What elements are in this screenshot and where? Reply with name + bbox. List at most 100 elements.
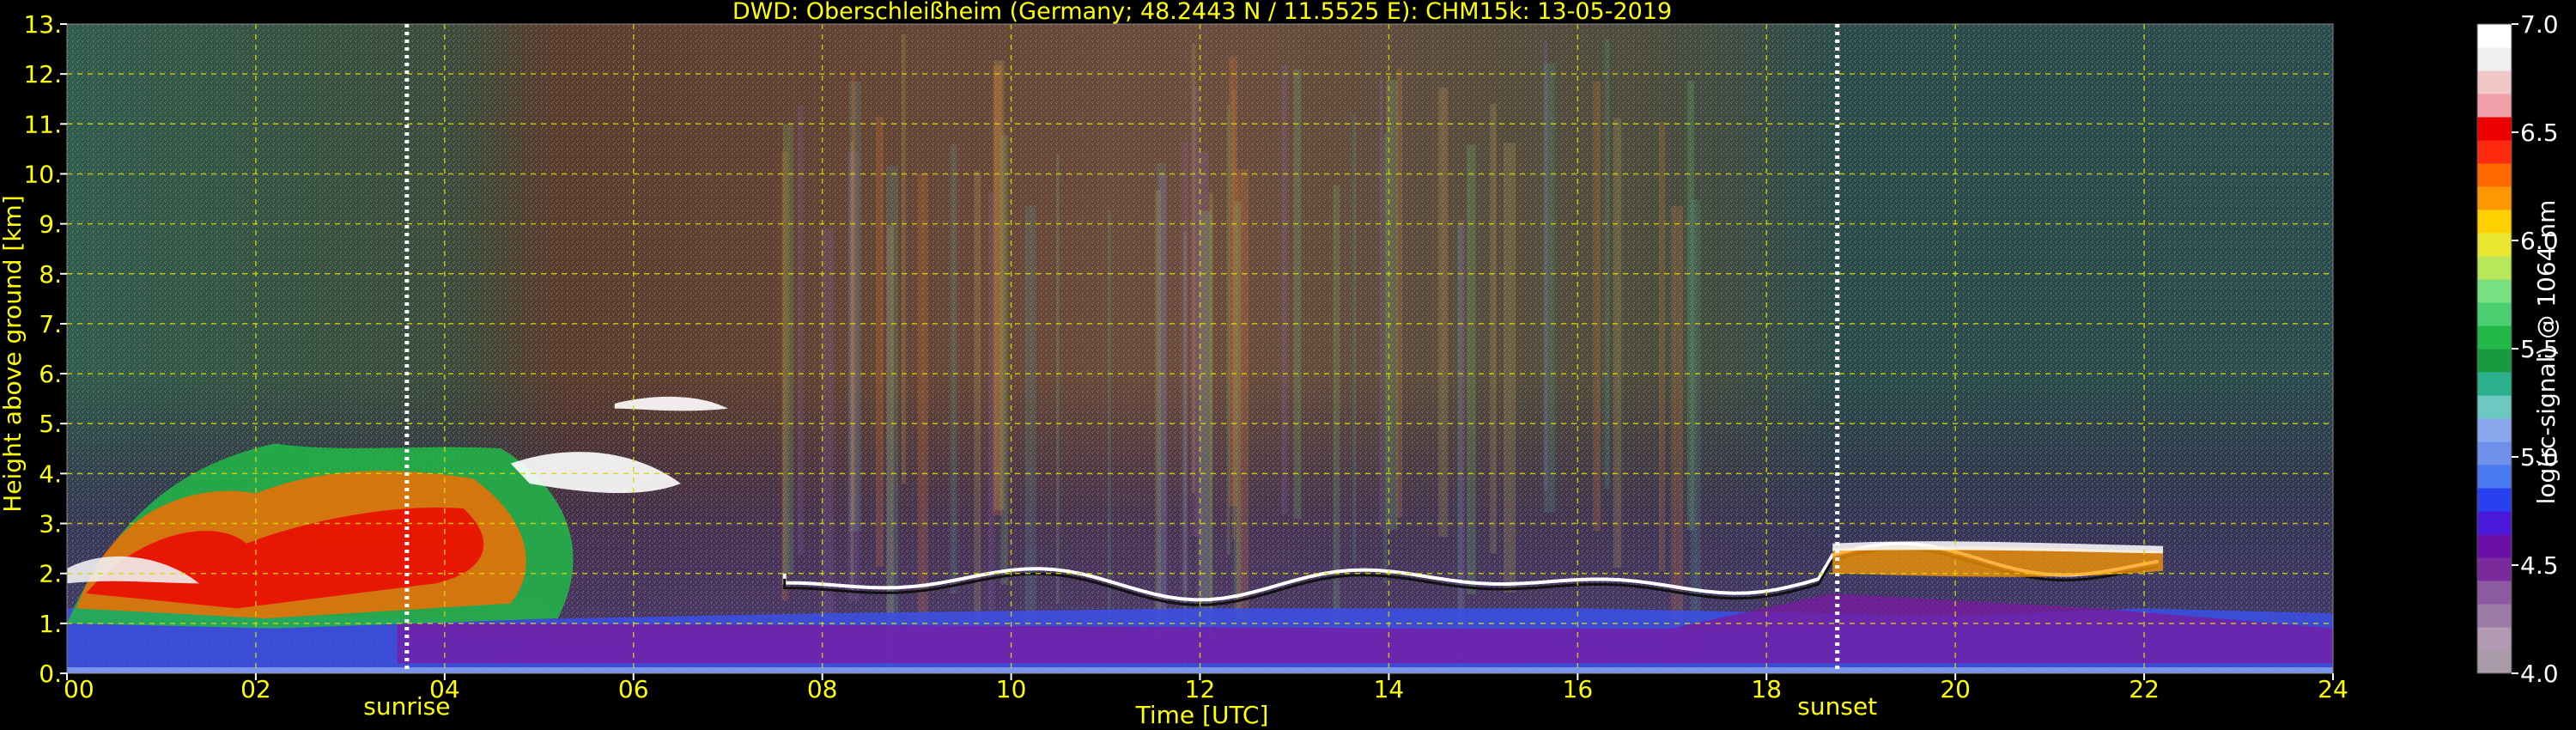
colorbar-segment bbox=[2477, 210, 2512, 234]
signal-streak bbox=[821, 228, 834, 673]
colorbar-segment bbox=[2477, 163, 2512, 187]
x-tick-label: 18 bbox=[1751, 675, 1782, 703]
colorbar-segment bbox=[2477, 557, 2512, 581]
y-tick-label: 3. bbox=[39, 510, 62, 538]
colorbar-segment bbox=[2477, 604, 2512, 628]
signal-streak bbox=[851, 70, 855, 521]
chart-title: DWD: Oberschleißheim (Germany; 48.2443 N… bbox=[732, 0, 1672, 25]
colorbar-segment bbox=[2477, 70, 2512, 94]
y-tick-label: 7. bbox=[39, 310, 62, 338]
colorbar-segment bbox=[2477, 94, 2512, 118]
colorbar-segment bbox=[2477, 465, 2512, 489]
colorbar-tick-label: 7.0 bbox=[2520, 10, 2559, 39]
signal-streak bbox=[797, 105, 804, 556]
y-tick-label: 4. bbox=[39, 459, 62, 488]
colorbar-segment bbox=[2477, 627, 2512, 651]
x-tick-label: 24 bbox=[2318, 675, 2348, 703]
signal-streak bbox=[1379, 78, 1383, 529]
colorbar-segment bbox=[2477, 418, 2512, 442]
colorbar-segment bbox=[2477, 534, 2512, 558]
marker-label-sunset: sunset bbox=[1797, 692, 1877, 721]
x-tick-label: 04 bbox=[429, 675, 460, 703]
signal-streak bbox=[1056, 154, 1060, 604]
y-tick-label: 8. bbox=[39, 260, 62, 289]
signal-streak bbox=[886, 166, 899, 617]
y-axis-label: Height above ground [km] bbox=[0, 195, 27, 513]
signal-streak bbox=[1658, 121, 1665, 571]
signal-streak bbox=[782, 124, 793, 575]
colorbar-label: log(rc-signal) @ 1064 nm bbox=[2532, 200, 2561, 505]
colorbar-segment bbox=[2477, 650, 2512, 674]
colorbar-segment bbox=[2477, 24, 2512, 48]
colorbar-segment bbox=[2477, 511, 2512, 535]
signal-streak bbox=[901, 33, 906, 484]
y-axis-ticks: 0. 1. 2. 3. 4. 5. 6. 7. 8. 9. 10. 11. 12. 13. bbox=[23, 10, 67, 688]
y-tick-label: 10. bbox=[23, 160, 62, 188]
signal-streak bbox=[1293, 69, 1302, 520]
signal-streak bbox=[876, 117, 884, 567]
x-tick-label: 22 bbox=[2129, 675, 2160, 703]
signal-streak bbox=[1236, 169, 1249, 619]
colorbar-segment bbox=[2477, 256, 2512, 280]
x-tick-label: 12 bbox=[1185, 675, 1216, 703]
signal-streak bbox=[1438, 87, 1448, 538]
y-tick-label: 2. bbox=[39, 560, 62, 588]
signal-streak bbox=[1458, 220, 1465, 670]
signal-streak bbox=[950, 143, 957, 594]
signal-streak bbox=[1604, 39, 1610, 489]
colorbar-tick-label: 4.0 bbox=[2520, 660, 2559, 688]
colorbar-segment bbox=[2477, 441, 2512, 465]
colorbar-segment bbox=[2477, 47, 2512, 71]
signal-streak bbox=[1232, 89, 1236, 540]
signal-streak bbox=[1593, 81, 1601, 531]
signal-streak bbox=[974, 171, 981, 621]
x-tick-label: 08 bbox=[807, 675, 838, 703]
y-tick-label: 6. bbox=[39, 360, 62, 388]
signal-streak bbox=[1107, 210, 1111, 660]
colorbar-segment bbox=[2477, 488, 2512, 512]
signal-streak bbox=[1333, 186, 1340, 636]
y-tick-label: 12. bbox=[23, 60, 62, 88]
y-tick-label: 5. bbox=[39, 410, 62, 438]
x-tick-label: 16 bbox=[1563, 675, 1594, 703]
signal-streak bbox=[1543, 63, 1555, 513]
colorbar-segment bbox=[2477, 279, 2512, 303]
colorbar-segment bbox=[2477, 349, 2512, 373]
y-tick-label: 13. bbox=[23, 10, 62, 39]
colorbar-segment bbox=[2477, 140, 2512, 164]
x-tick-label: 00 bbox=[64, 675, 94, 703]
colorbar-tick-label: 4.5 bbox=[2520, 551, 2559, 580]
y-tick-label: 1. bbox=[39, 610, 62, 638]
colorbar-segment bbox=[2477, 302, 2512, 326]
colorbar-segment bbox=[2477, 186, 2512, 210]
x-tick-label: 06 bbox=[618, 675, 649, 703]
ceilometer-chart: DWD: Oberschleißheim (Germany; 48.2443 N… bbox=[0, 0, 2576, 730]
x-axis-label: Time [UTC] bbox=[1135, 701, 1269, 729]
y-tick-label: 11. bbox=[23, 110, 62, 138]
x-tick-label: 10 bbox=[996, 675, 1027, 703]
signal-streak bbox=[1504, 143, 1516, 593]
x-tick-label: 02 bbox=[240, 675, 271, 703]
colorbar-segment bbox=[2477, 581, 2512, 605]
x-tick-label: 20 bbox=[1940, 675, 1971, 703]
signal-streak bbox=[1159, 174, 1168, 624]
colorbar-segment bbox=[2477, 395, 2512, 419]
signal-streak bbox=[1613, 118, 1622, 569]
signal-streak bbox=[1691, 199, 1701, 649]
signal-streak bbox=[1352, 114, 1357, 564]
colorbar-segment bbox=[2477, 325, 2512, 350]
signal-streak bbox=[993, 60, 1005, 510]
signal-streak bbox=[1226, 105, 1230, 555]
chart-canvas: DWD: Oberschleißheim (Germany; 48.2443 N… bbox=[0, 0, 2561, 729]
x-tick-label: 14 bbox=[1374, 675, 1405, 703]
y-tick-label: 0. bbox=[39, 660, 62, 688]
signal-streak bbox=[1467, 144, 1476, 595]
colorbar-segment bbox=[2477, 117, 2512, 141]
signal-streak bbox=[1025, 205, 1036, 655]
colorbar-segment bbox=[2477, 233, 2512, 257]
signal-streak bbox=[918, 173, 928, 624]
signal-streak bbox=[1386, 80, 1398, 530]
signal-streak bbox=[1281, 64, 1288, 514]
colorbar-segment bbox=[2477, 372, 2512, 396]
signal-streak bbox=[1199, 210, 1212, 661]
